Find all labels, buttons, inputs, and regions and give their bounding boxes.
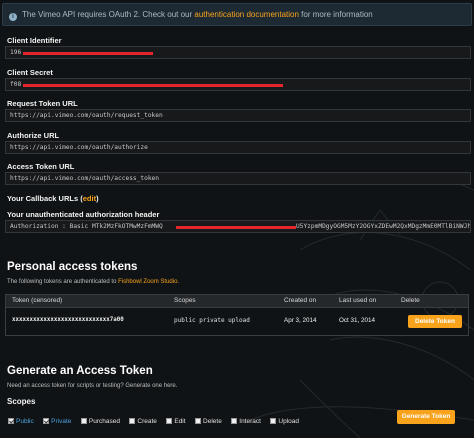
created-cell: Apr 3, 2014 xyxy=(284,317,317,324)
tokens-table-header: Token (censored) Scopes Created on Last … xyxy=(5,294,469,308)
checkbox[interactable] xyxy=(129,418,136,425)
generate-token-subtitle: Need an access token for scripts or test… xyxy=(7,383,178,389)
personal-tokens-heading: Personal access tokens xyxy=(7,261,138,273)
client-identifier-label: Client Identifier xyxy=(7,36,62,45)
scopes-cell: public private upload xyxy=(174,317,250,324)
scope-label: Edit xyxy=(174,418,186,426)
client-secret-label: Client Secret xyxy=(7,68,53,77)
info-banner-text: The Vimeo API requires OAuth 2. Check ou… xyxy=(22,10,193,19)
token-cell: xxxxxxxxxxxxxxxxxxxxxxxxxxxx7a00 xyxy=(12,317,124,323)
generate-token-button[interactable]: Generate Token xyxy=(397,410,455,424)
request-token-url-label: Request Token URL xyxy=(7,99,78,108)
authorize-url-field[interactable]: https://api.vimeo.com/oauth/authorize xyxy=(5,141,471,154)
client-identifier-field[interactable]: 196 xyxy=(5,46,471,59)
scope-label: Delete xyxy=(203,418,222,426)
personal-tokens-subtitle: The following tokens are authenticated t… xyxy=(7,279,179,285)
client-secret-field[interactable]: f08 xyxy=(5,78,471,91)
scope-label: Public xyxy=(16,418,34,426)
callback-urls-text: Your Callback URLs xyxy=(7,194,79,203)
scope-public[interactable]: Public xyxy=(8,418,34,425)
callback-edit-link[interactable]: edit xyxy=(83,194,96,203)
checkbox[interactable] xyxy=(270,418,277,425)
client-secret-value: f08 xyxy=(10,81,22,88)
authentication-documentation-link[interactable]: authentication documentation xyxy=(194,10,299,19)
callback-urls-label: Your Callback URLs (edit) xyxy=(7,194,99,203)
scope-label: Purchased xyxy=(88,418,120,426)
generate-token-heading: Generate an Access Token xyxy=(7,365,153,377)
column-header-token: Token (censored) xyxy=(12,297,63,304)
access-token-url-field[interactable]: https://api.vimeo.com/oauth/access_token xyxy=(5,172,471,185)
info-banner: i The Vimeo API requires OAuth 2. Check o… xyxy=(2,3,472,26)
delete-token-button[interactable]: Delete Token xyxy=(408,315,462,328)
info-icon: i xyxy=(9,13,17,21)
table-row: xxxxxxxxxxxxxxxxxxxxxxxxxxxx7a00 public … xyxy=(5,308,469,336)
scopes-label: Scopes xyxy=(7,397,36,406)
redaction-mark xyxy=(23,84,283,87)
scope-upload[interactable]: Upload xyxy=(270,418,299,425)
scope-edit[interactable]: Edit xyxy=(166,418,186,426)
last-used-cell: Oct 31, 2014 xyxy=(339,317,376,324)
personal-tokens-subtitle-text: The following tokens are authenticated t… xyxy=(7,279,117,285)
scope-label: Create xyxy=(137,418,157,426)
scope-create[interactable]: Create xyxy=(129,418,157,425)
column-header-delete: Delete xyxy=(401,297,420,304)
auth-header-field[interactable]: Authorization : Basic MTk2MzFkOTMwMzFmMW… xyxy=(5,220,471,233)
checkbox[interactable] xyxy=(8,418,14,425)
access-token-url-label: Access Token URL xyxy=(7,162,75,171)
checkbox[interactable] xyxy=(43,418,50,425)
redaction-mark xyxy=(23,52,153,55)
scope-purchased[interactable]: Purchased xyxy=(80,418,120,426)
scopes-checkbox-group: Public Private Purchased Create Edit Del… xyxy=(8,413,304,426)
scope-label: Upload xyxy=(278,418,300,426)
column-header-created: Created on xyxy=(284,297,317,304)
scope-label: Private xyxy=(51,418,72,426)
checkbox[interactable] xyxy=(166,418,173,425)
auth-header-label: Your unauthenticated authorization heade… xyxy=(7,210,160,219)
authorize-url-label: Authorize URL xyxy=(7,131,60,140)
app-link[interactable]: Fishbowl Zoom Studio. xyxy=(118,279,179,285)
checkbox[interactable] xyxy=(80,418,87,425)
info-banner-text-after: for more information xyxy=(301,10,373,19)
column-header-last-used: Last used on xyxy=(339,297,377,304)
auth-header-value-end: U5YzpmMDgyOGM5MzY2OGYxZDEwM2QxMDgzMmE0MT… xyxy=(296,223,471,230)
client-identifier-value: 196 xyxy=(10,49,22,56)
scope-private[interactable]: Private xyxy=(43,418,71,425)
scope-delete[interactable]: Delete xyxy=(195,418,222,425)
checkbox[interactable] xyxy=(231,418,238,425)
tokens-table: Token (censored) Scopes Created on Last … xyxy=(5,294,469,336)
auth-header-value-start: Authorization : Basic MTk2MzFkOTMwMzFmMW… xyxy=(10,223,163,230)
request-token-url-field[interactable]: https://api.vimeo.com/oauth/request_toke… xyxy=(5,109,471,122)
redaction-mark xyxy=(176,226,296,229)
checkbox[interactable] xyxy=(195,418,202,425)
column-header-scopes: Scopes xyxy=(174,297,196,304)
scope-interact[interactable]: Interact xyxy=(231,418,261,425)
scope-label: Interact xyxy=(239,418,261,426)
